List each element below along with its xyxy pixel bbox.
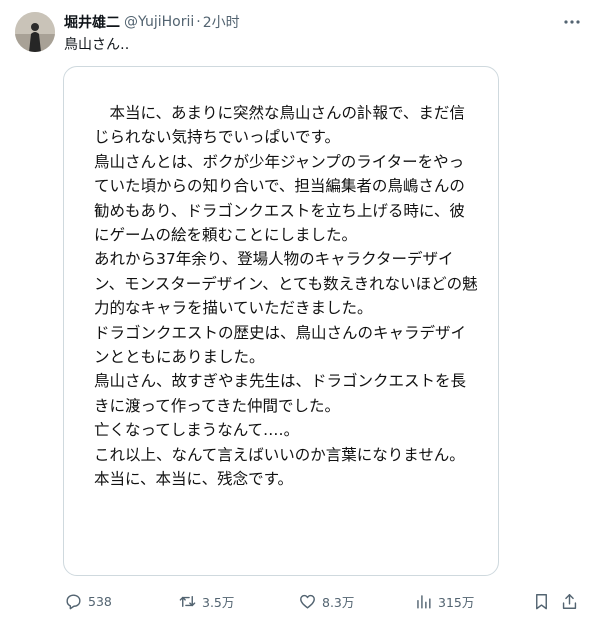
like-count: 8.3万 — [322, 594, 355, 610]
tweet-text: 鳥山さん‥ — [64, 37, 130, 53]
reply-button[interactable]: 538 — [64, 590, 112, 612]
timestamp[interactable]: 2小时 — [203, 12, 240, 32]
letter-text: 本当に、あまりに突然な鳥山さんの訃報で、まだ信じられない気持ちでいっぱいです。 … — [94, 104, 478, 489]
more-horizontal-icon — [564, 20, 580, 24]
share-button[interactable] — [560, 590, 584, 612]
reply-count: 538 — [88, 593, 112, 609]
tweet-header: 堀井雄二 @YujiHorii · 2小时 — [64, 12, 575, 32]
reply-icon — [66, 593, 81, 609]
image-card[interactable]: 本当に、あまりに突然な鳥山さんの訃報で、まだ信じられない気持ちでいっぱいです。 … — [63, 66, 499, 576]
views-chart-icon — [417, 594, 431, 609]
author-handle[interactable]: @YujiHorii — [124, 14, 194, 30]
action-bar: 538 3.5万 8.3万 315万 — [64, 590, 583, 612]
views-button[interactable]: 315万 — [414, 590, 474, 612]
like-button[interactable]: 8.3万 — [298, 590, 354, 612]
author-name[interactable]: 堀井雄二 — [64, 12, 120, 32]
heart-icon — [300, 594, 315, 609]
retweet-icon — [179, 595, 196, 607]
avatar[interactable] — [15, 12, 55, 52]
view-count: 315万 — [438, 594, 475, 610]
retweet-count: 3.5万 — [202, 594, 235, 610]
more-options-button[interactable] — [561, 12, 583, 32]
avatar-photo — [15, 12, 55, 52]
retweet-button[interactable]: 3.5万 — [178, 590, 234, 612]
bookmark-button[interactable] — [532, 590, 556, 612]
bookmark-icon — [536, 593, 547, 609]
separator: · — [196, 14, 201, 30]
share-icon — [562, 593, 577, 609]
